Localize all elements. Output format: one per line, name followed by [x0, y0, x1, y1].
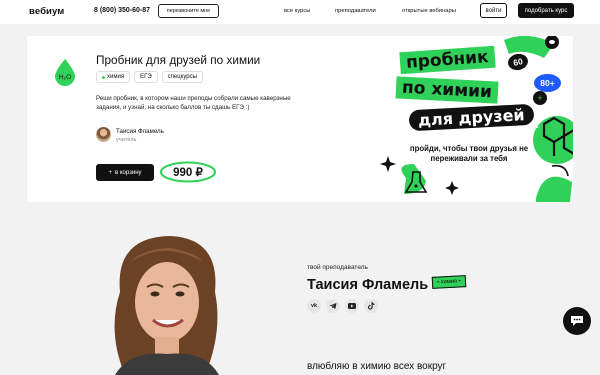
- tag-list: химия ЕГЭ спецкурсы: [96, 71, 203, 83]
- add-to-cart-label: в корзину: [114, 169, 142, 176]
- dot-icon: •: [456, 278, 461, 285]
- choose-course-button[interactable]: подобрать курс: [518, 3, 574, 18]
- author-name[interactable]: Таисия Фламель: [116, 128, 164, 135]
- product-card: H₂O Пробник для друзей по химии химия ЕГ…: [27, 36, 573, 202]
- score-badge-80: 80+: [534, 74, 561, 92]
- login-button[interactable]: войти: [480, 3, 507, 18]
- nav-teachers[interactable]: преподаватели: [335, 8, 376, 14]
- tag-chemistry[interactable]: химия: [96, 71, 131, 83]
- plus-icon: +: [108, 169, 112, 176]
- logo[interactable]: вебиум: [29, 6, 64, 17]
- tag-label: химия: [107, 74, 125, 80]
- nav-all-courses[interactable]: все курсы: [284, 8, 310, 14]
- nav-open-webinars[interactable]: открытые вебинары: [402, 8, 456, 14]
- site-header: вебиум 8 (800) 350-60-87 перезвоните мне…: [0, 0, 600, 24]
- tiktok-icon[interactable]: [364, 299, 378, 313]
- tag-special[interactable]: спецкурсы: [161, 71, 203, 83]
- teacher-socials: vk: [307, 299, 378, 313]
- callback-button[interactable]: перезвоните мне: [158, 4, 219, 18]
- author-avatar: [96, 127, 111, 142]
- telegram-icon[interactable]: [326, 299, 340, 313]
- youtube-icon[interactable]: [345, 299, 359, 313]
- chat-icon: [571, 316, 583, 326]
- teacher-section-label: твой преподаватель: [307, 264, 368, 271]
- price-tag: 990 ₽: [159, 161, 217, 183]
- tag-ege[interactable]: ЕГЭ: [134, 71, 158, 83]
- svg-text:+: +: [537, 93, 542, 103]
- teacher-quote: влюбляю в химию всех вокруг: [307, 361, 447, 372]
- vk-icon[interactable]: vk: [307, 299, 321, 313]
- teacher-subject-badge: • химия •: [431, 275, 467, 289]
- price: 990 ₽: [173, 167, 203, 179]
- h2o-drop-icon: H₂O: [55, 59, 75, 86]
- promo-subtitle: пройди, чтобы твои друзья не переживали …: [409, 144, 529, 163]
- teacher-photo: [114, 236, 219, 375]
- subject-label: химия: [440, 278, 458, 286]
- dot-icon: [102, 75, 105, 79]
- add-to-cart-button[interactable]: + в корзину: [96, 164, 154, 181]
- product-title: Пробник для друзей по химии: [96, 53, 261, 67]
- product-description: Реши пробник, в котором наши преподы соб…: [96, 95, 291, 111]
- phone-number[interactable]: 8 (800) 350-60-87: [94, 7, 150, 14]
- teacher-name: Таисия Фламель: [307, 277, 429, 293]
- chat-button[interactable]: [563, 307, 591, 335]
- promo-banner: + пробник по химии для друзей 60 80+ про…: [354, 36, 573, 202]
- svg-text:H₂O: H₂O: [59, 74, 71, 81]
- author-role: учитель: [116, 137, 137, 143]
